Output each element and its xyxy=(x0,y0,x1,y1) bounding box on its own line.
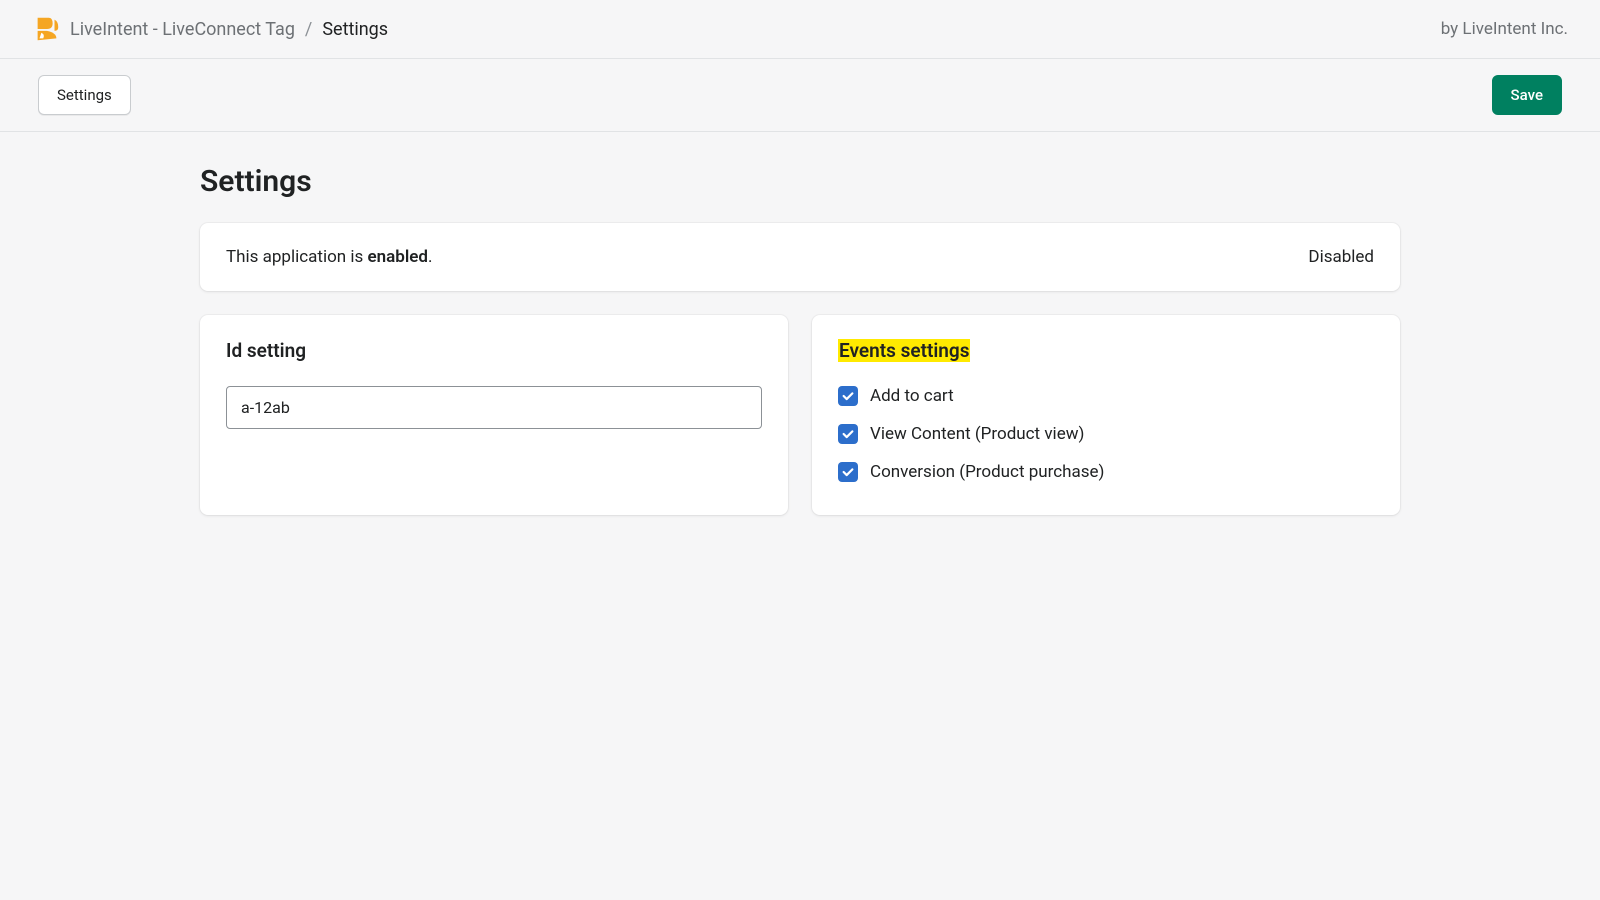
checkbox-label-view-content: View Content (Product view) xyxy=(870,424,1084,444)
id-setting-card: Id setting xyxy=(200,315,788,515)
events-settings-title: Events settings xyxy=(838,339,1374,362)
breadcrumb-current: Settings xyxy=(322,19,388,40)
main-content: Settings This application is enabled. Di… xyxy=(200,132,1400,555)
checkbox-view-content[interactable] xyxy=(838,424,858,444)
status-toggle-label[interactable]: Disabled xyxy=(1308,247,1374,267)
checkbox-conversion[interactable] xyxy=(838,462,858,482)
events-checkbox-list: Add to cart View Content (Product view) xyxy=(838,386,1374,482)
checkmark-icon xyxy=(841,427,855,441)
id-setting-title: Id setting xyxy=(226,339,762,362)
id-input[interactable] xyxy=(226,386,762,429)
status-text: This application is enabled. xyxy=(226,247,432,267)
events-settings-card: Events settings Add to cart xyxy=(812,315,1400,515)
toolbar: Settings Save xyxy=(0,59,1600,132)
status-suffix: . xyxy=(428,247,432,267)
settings-button[interactable]: Settings xyxy=(38,75,131,115)
save-button[interactable]: Save xyxy=(1492,75,1562,115)
vendor-label: by LiveIntent Inc. xyxy=(1441,19,1568,39)
checkbox-label-add-to-cart: Add to cart xyxy=(870,386,954,406)
breadcrumb-app-name[interactable]: LiveIntent - LiveConnect Tag xyxy=(70,19,295,40)
breadcrumb-separator: / xyxy=(305,19,312,40)
status-card: This application is enabled. Disabled xyxy=(200,223,1400,291)
breadcrumb: LiveIntent - LiveConnect Tag / Settings xyxy=(32,14,388,44)
checkmark-icon xyxy=(841,465,855,479)
checkbox-row-view-content: View Content (Product view) xyxy=(838,424,1374,444)
events-settings-title-text: Events settings xyxy=(838,339,970,362)
top-header: LiveIntent - LiveConnect Tag / Settings … xyxy=(0,0,1600,59)
checkbox-label-conversion: Conversion (Product purchase) xyxy=(870,462,1104,482)
page-title: Settings xyxy=(200,164,1400,199)
cards-row: Id setting Events settings Add to cart xyxy=(200,315,1400,515)
status-word: enabled xyxy=(368,247,428,267)
checkbox-row-add-to-cart: Add to cart xyxy=(838,386,1374,406)
app-logo-icon xyxy=(32,14,62,44)
checkbox-add-to-cart[interactable] xyxy=(838,386,858,406)
checkbox-row-conversion: Conversion (Product purchase) xyxy=(838,462,1374,482)
status-prefix: This application is xyxy=(226,247,368,267)
checkmark-icon xyxy=(841,389,855,403)
